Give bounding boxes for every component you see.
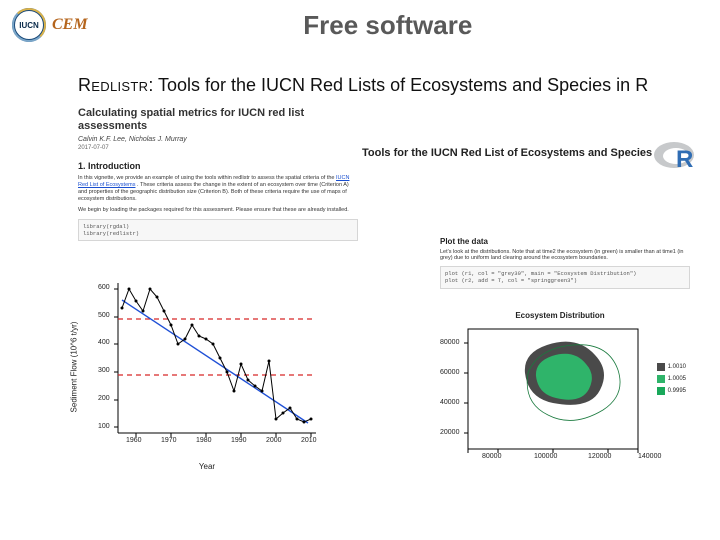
page-title: Free software: [128, 10, 648, 41]
tools-heading: Tools for the IUCN Red List of Ecosystem…: [362, 147, 652, 159]
content-area: Calculating spatial metrics for IUCN red…: [0, 107, 720, 497]
xtick: 2010: [301, 437, 317, 444]
plot-data-section: Plot the data Let's look at the distribu…: [440, 237, 690, 289]
intro-body: In this vignette, we provide an example …: [78, 175, 358, 204]
xtick: 1970: [161, 437, 177, 444]
xtick: 2000: [266, 437, 282, 444]
xtick: 1980: [196, 437, 212, 444]
legend-swatch-icon: [657, 363, 665, 371]
ytick-r: 40000: [440, 399, 459, 406]
legend-label: 1.0010: [668, 364, 686, 370]
legend-label: 0.9995: [668, 388, 686, 394]
ytick: 100: [98, 423, 110, 430]
legend-swatch-icon: [657, 375, 665, 383]
sediment-flow-svg: [92, 277, 322, 457]
package-name: Redlistr: [78, 75, 148, 95]
plot-desc: Let's look at the distributions. Note th…: [440, 249, 690, 263]
xtick-r: 140000: [638, 453, 661, 460]
code-2-text: plot (r1, col = "grey30", main = "Ecosys…: [445, 270, 636, 284]
chart-right-title: Ecosystem Distribution: [515, 311, 604, 320]
intro-body-3: We begin by loading the packages require…: [78, 207, 358, 214]
legend-swatch-icon: [657, 387, 665, 395]
y-axis-label-left: Sediment Flow (10^6 t/yr): [70, 321, 79, 412]
subtitle: Redlistr: Tools for the IUCN Red Lists o…: [78, 74, 660, 97]
slide-header: IUCN CEM Free software: [0, 0, 720, 46]
subtitle-rest: : Tools for the IUCN Red Lists of Ecosys…: [148, 75, 648, 95]
ecosystem-svg: [438, 313, 682, 473]
intro-text-1: In this vignette, we provide an example …: [78, 175, 336, 181]
x-axis-label-left: Year: [199, 462, 215, 471]
legend-label: 1.0005: [668, 376, 686, 382]
ytick: 400: [98, 339, 110, 346]
xtick-r: 120000: [588, 453, 611, 460]
code-1-text: library(rgdal) library(redlistr): [83, 223, 139, 237]
vignette-panel: Calculating spatial metrics for IUCN red…: [78, 107, 358, 241]
ytick-r: 60000: [440, 369, 459, 376]
ecosystem-distribution-chart: Ecosystem Distribution 20000 40000 60000…: [438, 313, 682, 473]
legend-row: 1.0010: [657, 363, 686, 371]
legend-row: 0.9995: [657, 387, 686, 395]
ytick: 500: [98, 312, 110, 319]
legend: 1.0010 1.0005 0.9995: [657, 363, 686, 399]
sediment-flow-chart: Sediment Flow (10^6 t/yr) Year 100 200 3…: [92, 277, 322, 457]
iucn-logo-label: IUCN: [19, 21, 39, 30]
logo-group: IUCN CEM: [12, 8, 88, 42]
cem-logo-icon: CEM: [52, 16, 88, 34]
ytick-r: 80000: [440, 339, 459, 346]
svg-text:R: R: [676, 146, 693, 173]
vignette-authors: Calvin K.F. Lee, Nicholas J. Murray: [78, 136, 358, 143]
xtick-r: 100000: [534, 453, 557, 460]
ytick: 200: [98, 395, 110, 402]
ytick-r: 20000: [440, 429, 459, 436]
xtick: 1990: [231, 437, 247, 444]
vignette-date: 2017-07-07: [78, 145, 358, 151]
r-logo-icon: R: [652, 135, 700, 173]
cem-logo-label: CEM: [52, 16, 88, 33]
code-block-1: library(rgdal) library(redlistr): [78, 219, 358, 241]
vignette-title: Calculating spatial metrics for IUCN red…: [78, 107, 358, 133]
ytick: 300: [98, 367, 110, 374]
xtick-r: 80000: [482, 453, 501, 460]
plot-heading: Plot the data: [440, 237, 690, 246]
iucn-logo-icon: IUCN: [12, 8, 46, 42]
intro-heading: 1. Introduction: [78, 161, 358, 171]
ytick: 600: [98, 284, 110, 291]
code-block-2: plot (r1, col = "grey30", main = "Ecosys…: [440, 266, 690, 288]
xtick: 1960: [126, 437, 142, 444]
legend-row: 1.0005: [657, 375, 686, 383]
